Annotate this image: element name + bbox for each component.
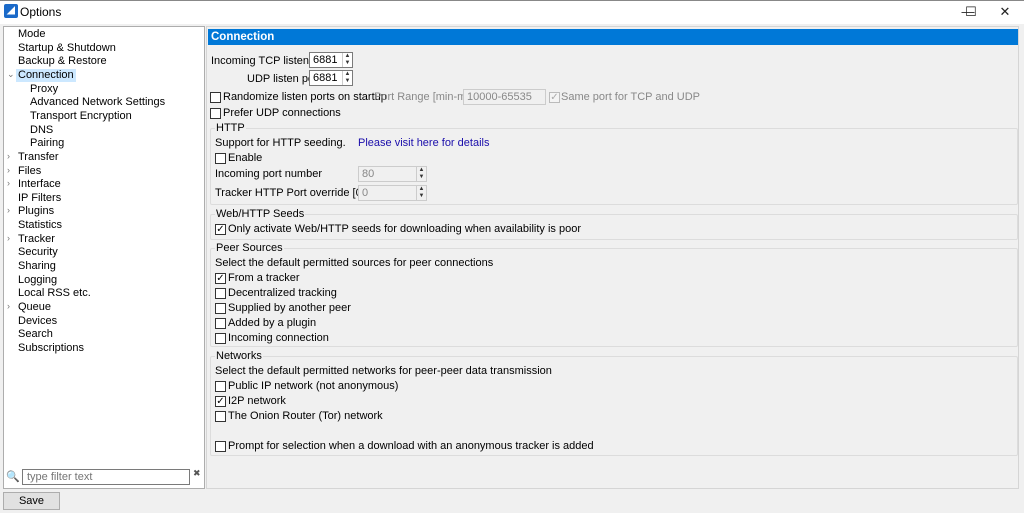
http-details-link[interactable]: Please visit here for details bbox=[358, 137, 489, 150]
port-range-input[interactable]: 10000-65535 bbox=[463, 89, 546, 105]
networks-title: Networks bbox=[215, 350, 263, 363]
clear-filter-icon[interactable]: ✖ bbox=[193, 468, 201, 479]
tree-item[interactable]: Local RSS etc. bbox=[16, 287, 93, 300]
tree-item[interactable]: DNS bbox=[28, 124, 55, 137]
spinner-arrows-icon[interactable]: ▲ ▼ bbox=[416, 186, 426, 200]
maximize-button[interactable]: ☐ bbox=[952, 0, 990, 24]
tracker-port-spinner[interactable]: 0 ▲ ▼ bbox=[358, 185, 427, 201]
tree-item[interactable]: Advanced Network Settings bbox=[28, 96, 167, 109]
option-checkbox[interactable] bbox=[215, 411, 226, 422]
tree-item[interactable]: Logging bbox=[16, 274, 59, 287]
option-checkbox[interactable] bbox=[215, 333, 226, 344]
option-checkbox[interactable] bbox=[215, 318, 226, 329]
same-port-label: Same port for TCP and UDP bbox=[561, 91, 700, 103]
tree-item[interactable]: Tracker bbox=[16, 233, 57, 246]
http-support-text: Support for HTTP seeding. bbox=[215, 137, 346, 149]
option-label: Incoming connection bbox=[228, 332, 329, 344]
udp-port-spinner[interactable]: 6881 ▲ ▼ bbox=[309, 70, 353, 86]
option-checkbox[interactable] bbox=[215, 381, 226, 392]
option-label: Decentralized tracking bbox=[228, 287, 337, 299]
save-button[interactable]: Save bbox=[3, 492, 60, 510]
tracker-port-value: 0 bbox=[362, 187, 369, 199]
webseeds-checkbox[interactable]: ✓ bbox=[215, 224, 226, 235]
chevron-right-icon[interactable]: › bbox=[7, 301, 10, 311]
filter-input[interactable] bbox=[22, 469, 190, 485]
tree-item[interactable]: Subscriptions bbox=[16, 342, 86, 355]
spinner-arrows-icon[interactable]: ▲ ▼ bbox=[416, 167, 426, 181]
tree-item[interactable]: Interface bbox=[16, 178, 63, 191]
close-button[interactable]: ✕ bbox=[986, 0, 1024, 24]
webseeds-group-title: Web/HTTP Seeds bbox=[215, 208, 306, 221]
title-bar bbox=[0, 0, 1024, 24]
udp-port-value: 6881 bbox=[313, 72, 338, 84]
option-label: Public IP network (not anonymous) bbox=[228, 380, 399, 392]
chevron-down-icon[interactable]: ⌄ bbox=[7, 69, 15, 80]
tree-item[interactable]: Security bbox=[16, 246, 60, 259]
tree-item[interactable]: Queue bbox=[16, 301, 53, 314]
option-label: Supplied by another peer bbox=[228, 302, 351, 314]
tree-item[interactable]: Mode bbox=[16, 28, 48, 41]
tcp-port-value: 6881 bbox=[313, 54, 338, 66]
prompt-anonymous-checkbox[interactable] bbox=[215, 441, 226, 452]
tree-item[interactable]: Startup & Shutdown bbox=[16, 42, 118, 55]
same-port-checkbox[interactable]: ✓ bbox=[549, 92, 560, 103]
search-icon: 🔍 bbox=[6, 471, 20, 483]
window-title: Options bbox=[20, 5, 62, 19]
incoming-port-label: Incoming port number bbox=[215, 168, 322, 180]
webseeds-label: Only activate Web/HTTP seeds for downloa… bbox=[228, 223, 581, 235]
incoming-port-spinner[interactable]: 80 ▲ ▼ bbox=[358, 166, 427, 182]
http-group-title: HTTP bbox=[215, 122, 246, 135]
tree-item[interactable]: Transfer bbox=[16, 151, 61, 164]
http-enable-checkbox[interactable] bbox=[215, 153, 226, 164]
randomize-checkbox[interactable] bbox=[210, 92, 221, 103]
incoming-port-value: 80 bbox=[362, 168, 375, 180]
peer-sources-desc: Select the default permitted sources for… bbox=[215, 257, 494, 269]
option-checkbox[interactable] bbox=[215, 303, 226, 314]
page-title: Connection bbox=[208, 29, 1018, 45]
option-label: I2P network bbox=[228, 395, 286, 407]
prompt-anonymous-label: Prompt for selection when a download wit… bbox=[228, 440, 594, 452]
tree-item[interactable]: Sharing bbox=[16, 260, 58, 273]
options-tree[interactable]: Mode Startup & Shutdown Backup & Restore Co… bbox=[3, 26, 205, 489]
chevron-right-icon[interactable]: › bbox=[7, 178, 10, 188]
tree-item[interactable]: IP Filters bbox=[16, 192, 63, 205]
option-label: From a tracker bbox=[228, 272, 300, 284]
chevron-right-icon[interactable]: › bbox=[7, 165, 10, 175]
chevron-right-icon[interactable]: › bbox=[7, 233, 10, 243]
prefer-udp-checkbox[interactable] bbox=[210, 108, 221, 119]
chevron-right-icon[interactable]: › bbox=[7, 151, 10, 161]
peer-sources-title: Peer Sources bbox=[215, 242, 284, 255]
tree-item[interactable]: Proxy bbox=[28, 83, 60, 96]
prefer-udp-label: Prefer UDP connections bbox=[223, 107, 341, 119]
tree-item[interactable]: Pairing bbox=[28, 137, 66, 150]
option-label: Added by a plugin bbox=[228, 317, 317, 329]
option-checkbox[interactable]: ✓ bbox=[215, 273, 226, 284]
tree-item[interactable]: Devices bbox=[16, 315, 59, 328]
tree-item[interactable]: Search bbox=[16, 328, 55, 341]
networks-desc: Select the default permitted networks fo… bbox=[215, 365, 552, 377]
http-enable-label: Enable bbox=[228, 152, 263, 164]
randomize-label: Randomize listen ports on startup bbox=[223, 91, 387, 103]
spinner-arrows-icon[interactable]: ▲ ▼ bbox=[342, 71, 352, 85]
option-checkbox[interactable]: ✓ bbox=[215, 396, 226, 407]
tree-item[interactable]: Files bbox=[16, 165, 43, 178]
tree-item[interactable]: Connection bbox=[16, 68, 76, 82]
chevron-right-icon[interactable]: › bbox=[7, 205, 10, 215]
tree-item[interactable]: Transport Encryption bbox=[28, 110, 134, 123]
spinner-arrows-icon[interactable]: ▲ ▼ bbox=[342, 53, 352, 67]
tree-item[interactable]: Statistics bbox=[16, 219, 64, 232]
tree-item[interactable]: Backup & Restore bbox=[16, 55, 109, 68]
tree-item[interactable]: Plugins bbox=[16, 205, 56, 218]
app-icon: ◢ bbox=[4, 4, 18, 18]
option-label: The Onion Router (Tor) network bbox=[228, 410, 383, 422]
option-checkbox[interactable] bbox=[215, 288, 226, 299]
tcp-port-spinner[interactable]: 6881 ▲ ▼ bbox=[309, 52, 353, 68]
